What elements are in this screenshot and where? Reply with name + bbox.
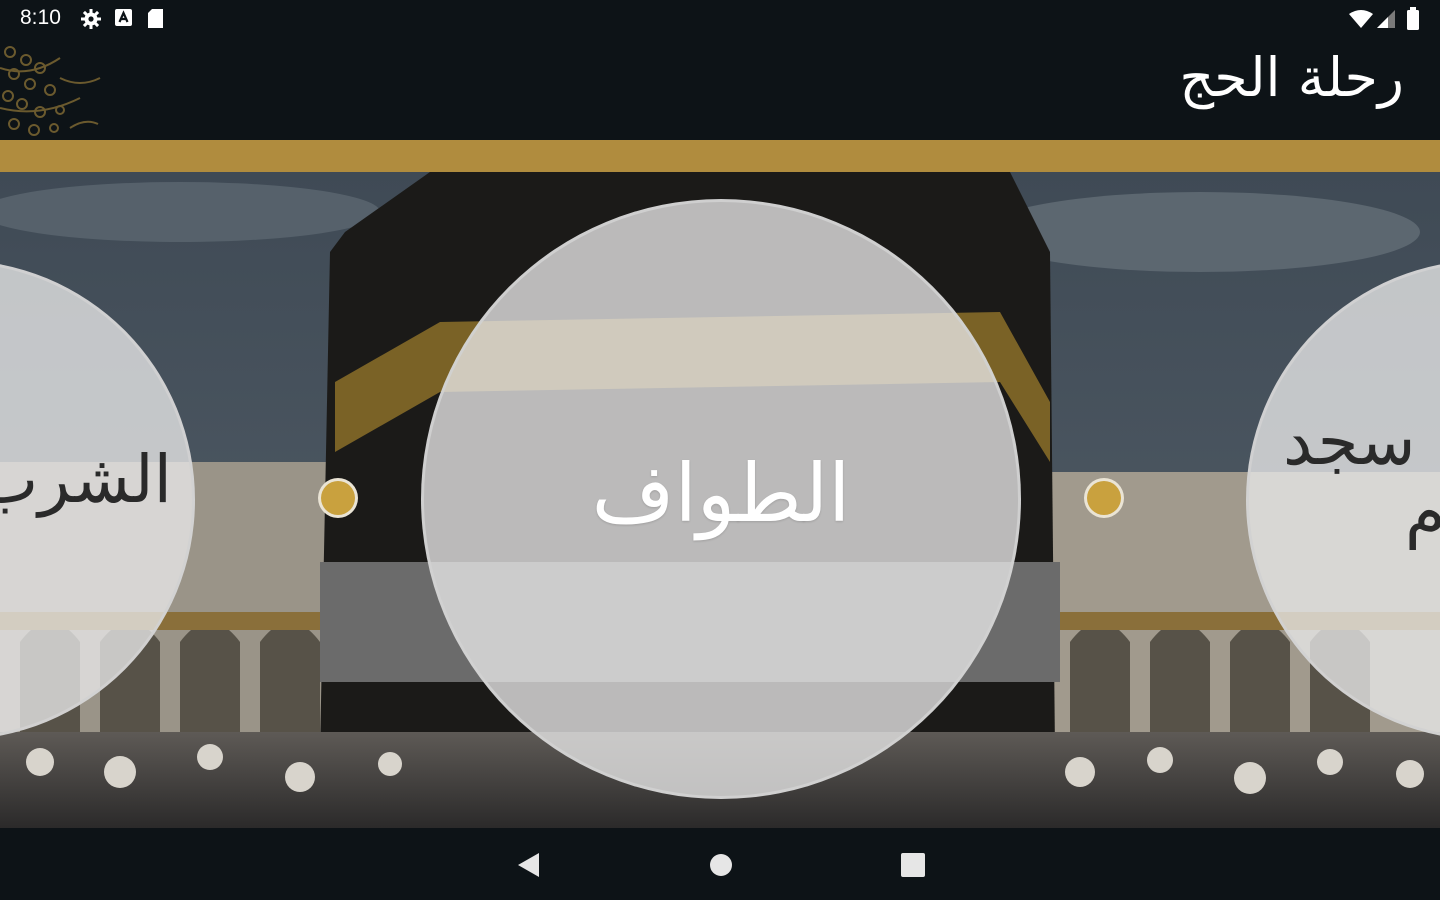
notification-a-icon — [114, 8, 134, 32]
app-title: رحلة الحج — [1179, 46, 1404, 109]
ornament-decoration — [0, 38, 110, 144]
carousel-area[interactable]: الشرب الطواف سجد م — [0, 172, 1440, 828]
carousel-item-label: الشرب — [0, 441, 172, 518]
sd-card-icon — [147, 8, 165, 34]
home-icon[interactable] — [706, 850, 736, 880]
app-bar: رحلة الحج — [0, 38, 1440, 140]
carousel-item-label: الطواف — [591, 447, 851, 540]
settings-icon — [80, 8, 102, 34]
status-bar: 8:10 — [0, 0, 1440, 38]
cell-signal-icon — [1376, 9, 1396, 33]
system-nav-bar — [0, 828, 1440, 900]
status-time: 8:10 — [20, 6, 61, 29]
back-icon[interactable] — [515, 850, 545, 880]
carousel-connector-dot — [318, 478, 358, 518]
carousel-item-center[interactable]: الطواف — [421, 199, 1021, 799]
gold-accent-bar — [0, 140, 1440, 172]
battery-icon — [1406, 7, 1420, 35]
carousel-connector-dot — [1084, 478, 1124, 518]
wifi-icon — [1348, 9, 1374, 33]
app-screen: 8:10 رحلة الحج الشرب الطواف سجد م — [0, 0, 1440, 900]
carousel-item-label: سجد — [1283, 403, 1416, 480]
recent-apps-icon[interactable] — [898, 850, 928, 880]
carousel-item-label: م — [1405, 473, 1440, 550]
